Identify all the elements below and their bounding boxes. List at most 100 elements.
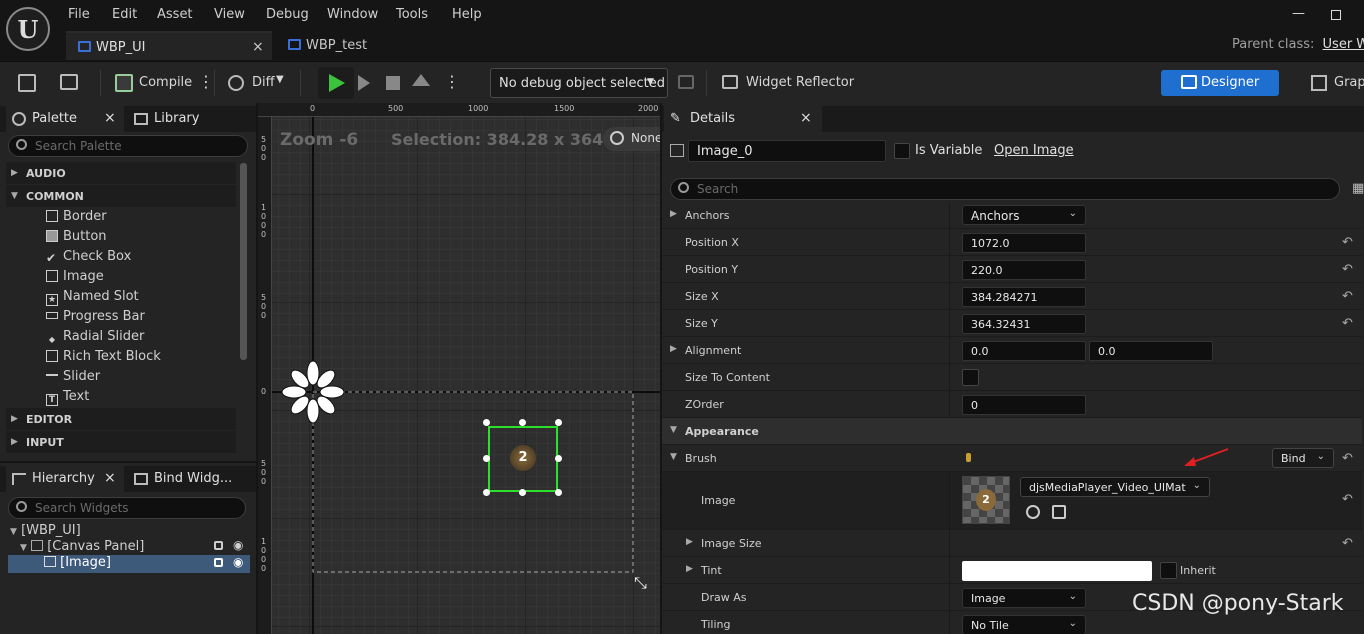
tab-details[interactable]: ✎ Details × <box>664 106 822 132</box>
resize-handle[interactable] <box>519 419 526 426</box>
tab-wbp-test[interactable]: WBP_test <box>276 31 416 60</box>
anchor-icon[interactable] <box>280 359 346 425</box>
bind-dropdown[interactable]: Bind ⌄ <box>1272 448 1334 468</box>
position-y-input[interactable]: 220.0 <box>962 260 1086 280</box>
resize-handle[interactable] <box>555 419 562 426</box>
palette-search-input[interactable]: Search Palette <box>8 135 248 157</box>
tint-color-swatch[interactable] <box>962 561 1152 581</box>
palette-item-rich-text-block[interactable]: Rich Text Block <box>46 349 161 369</box>
expand-icon[interactable]: ▶ <box>670 209 677 219</box>
lock-icon[interactable] <box>214 558 223 567</box>
tiling-dropdown[interactable]: No Tile ⌄ <box>962 615 1086 634</box>
grid-view-icon[interactable]: ▦ <box>1352 181 1364 196</box>
parent-class-link[interactable]: User Wic <box>1323 37 1364 52</box>
resize-handle[interactable] <box>555 455 562 462</box>
widget-name-input[interactable]: Image_0 <box>688 140 886 162</box>
resize-handle[interactable] <box>483 455 490 462</box>
stop-icon[interactable] <box>386 76 400 90</box>
menu-file[interactable]: File <box>68 7 90 22</box>
size-to-content-checkbox[interactable] <box>962 369 979 386</box>
eye-icon[interactable]: ◉ <box>233 555 243 569</box>
minimize-icon[interactable]: — <box>1292 6 1305 21</box>
resize-handle[interactable] <box>555 489 562 496</box>
tree-row-root[interactable]: ▼ [WBP_UI] <box>10 523 250 540</box>
resize-handle[interactable] <box>483 419 490 426</box>
draw-as-dropdown[interactable]: Image ⌄ <box>962 588 1086 608</box>
reset-icon[interactable]: ↶ <box>1342 536 1353 551</box>
menu-tools[interactable]: Tools <box>396 7 428 22</box>
resize-handle[interactable] <box>483 489 490 496</box>
collapse-icon[interactable]: ▼ <box>670 452 677 462</box>
open-image-link[interactable]: Open Image <box>994 143 1074 158</box>
eye-icon[interactable]: ◉ <box>233 538 243 552</box>
play-button[interactable] <box>318 67 354 99</box>
widget-reflector-button[interactable]: Widget Reflector <box>746 75 854 90</box>
tree-row-image[interactable]: [Image] ◉ <box>8 555 250 573</box>
close-icon[interactable]: × <box>252 39 264 55</box>
play-options-icon[interactable]: ⋮ <box>444 72 460 91</box>
alignment-y-input[interactable]: 0.0 <box>1089 341 1213 361</box>
image-thumbnail[interactable]: 2 <box>962 476 1010 524</box>
diff-icon[interactable] <box>228 75 244 91</box>
size-x-input[interactable]: 384.284271 <box>962 287 1086 307</box>
expand-icon[interactable]: ▶ <box>686 537 693 547</box>
designer-canvas[interactable]: 0 500 1000 1500 2000 5 0 0 1 0 0 0 5 0 0… <box>258 103 660 634</box>
diff-button[interactable]: Diff <box>252 75 275 90</box>
is-variable-checkbox[interactable] <box>894 143 910 159</box>
menu-help[interactable]: Help <box>452 7 482 22</box>
menu-asset[interactable]: Asset <box>157 7 193 22</box>
save-icon[interactable] <box>18 74 36 92</box>
palette-item-progress-bar[interactable]: Progress Bar <box>46 309 145 329</box>
maximize-icon[interactable] <box>1331 10 1341 20</box>
tab-hierarchy[interactable]: Hierarchy × <box>6 466 124 492</box>
palette-item-border[interactable]: Border <box>46 209 107 229</box>
menu-debug[interactable]: Debug <box>266 7 309 22</box>
reset-icon[interactable]: ↶ <box>1342 289 1353 304</box>
find-debug-icon[interactable] <box>678 75 694 89</box>
eject-icon[interactable] <box>412 74 430 86</box>
reset-icon[interactable]: ↶ <box>1342 492 1353 507</box>
graph-mode-button[interactable]: Graph <box>1334 75 1364 90</box>
lock-icon[interactable] <box>214 541 223 550</box>
material-dropdown[interactable]: djsMediaPlayer_Video_UIMat ⌄ <box>1020 477 1210 497</box>
menu-view[interactable]: View <box>214 7 245 22</box>
menu-edit[interactable]: Edit <box>112 7 137 22</box>
palette-item-button[interactable]: Button <box>46 229 107 249</box>
details-search-input[interactable]: Search <box>670 178 1340 200</box>
reset-icon[interactable]: ↶ <box>1342 262 1353 277</box>
tab-palette[interactable]: Palette × <box>6 106 124 132</box>
compile-options-icon[interactable]: ⋮ <box>198 72 214 91</box>
compile-icon[interactable] <box>115 74 133 92</box>
selected-image-widget[interactable]: 2 <box>488 426 558 492</box>
category-audio[interactable]: ▶ AUDIO <box>6 162 236 184</box>
tab-wbp-ui[interactable]: WBP_UI × <box>66 31 272 60</box>
category-common[interactable]: ▼ COMMON <box>6 185 236 207</box>
zorder-input[interactable]: 0 <box>962 395 1086 415</box>
alignment-x-input[interactable]: 0.0 <box>962 341 1086 361</box>
close-icon[interactable]: × <box>800 110 812 126</box>
palette-item-named-slot[interactable]: ★ Named Slot <box>46 289 139 309</box>
use-selected-icon[interactable] <box>1026 505 1040 519</box>
inherit-checkbox[interactable] <box>1160 562 1177 579</box>
palette-item-text[interactable]: T Text <box>46 389 89 409</box>
close-icon[interactable]: × <box>104 110 116 126</box>
reset-icon[interactable]: ↶ <box>1342 451 1353 466</box>
palette-item-check-box[interactable]: ✔ Check Box <box>46 249 131 269</box>
compile-button[interactable]: Compile <box>139 75 192 90</box>
palette-item-radial-slider[interactable]: ◆ Radial Slider <box>46 329 144 349</box>
resize-corner-icon[interactable]: ⤡ <box>634 573 647 593</box>
anchors-dropdown[interactable]: Anchors ⌄ <box>962 205 1086 225</box>
size-y-input[interactable]: 364.32431 <box>962 314 1086 334</box>
tab-library[interactable]: Library <box>128 106 252 132</box>
reset-icon[interactable]: ↶ <box>1342 316 1353 331</box>
dpi-dropdown[interactable]: None <box>603 127 660 151</box>
browse-icon[interactable] <box>60 74 78 90</box>
palette-item-image[interactable]: Image <box>46 269 104 289</box>
close-icon[interactable]: × <box>104 470 116 486</box>
hierarchy-search-input[interactable]: Search Widgets <box>8 497 246 519</box>
menu-window[interactable]: Window <box>327 7 378 22</box>
palette-scrollbar[interactable] <box>240 163 247 360</box>
unreal-logo-icon[interactable]: U <box>6 7 50 51</box>
category-editor[interactable]: ▶ EDITOR <box>6 408 236 430</box>
palette-item-slider[interactable]: Slider <box>46 369 100 389</box>
